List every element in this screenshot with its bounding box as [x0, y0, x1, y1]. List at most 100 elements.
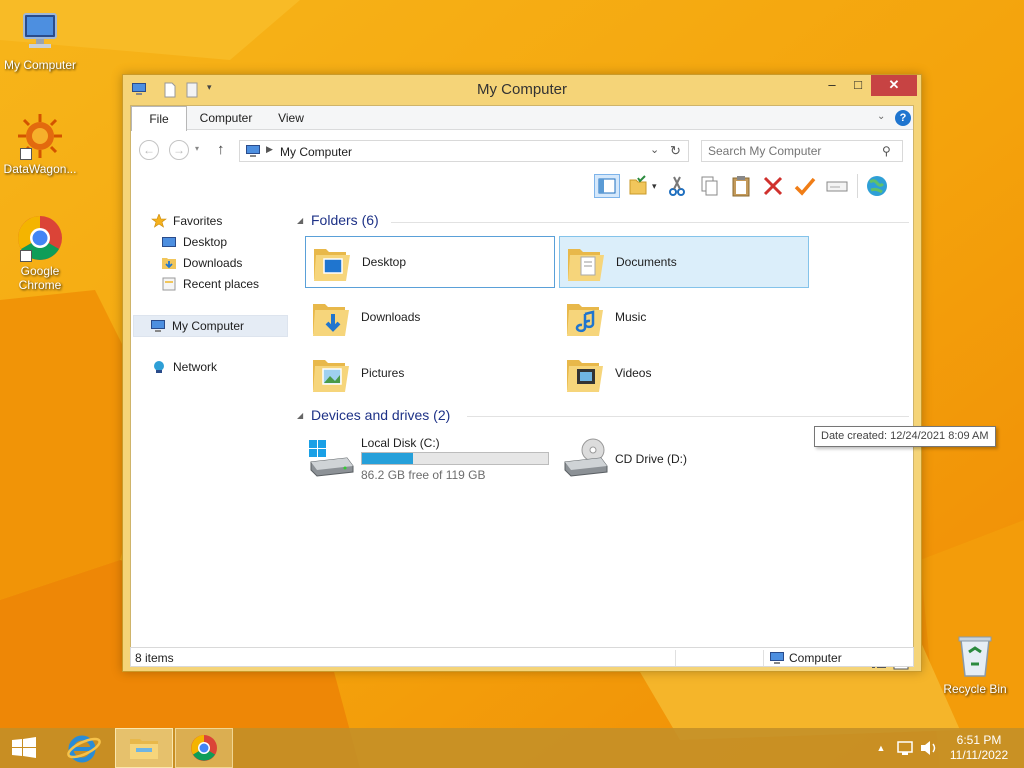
- title-bar[interactable]: ▾ My Computer ‒ □ ✕: [123, 75, 921, 105]
- volume-tray-icon[interactable]: [918, 728, 940, 768]
- back-arrow-icon[interactable]: ←: [139, 140, 159, 160]
- nav-favorites[interactable]: Favorites: [151, 211, 281, 231]
- desktop-icon-datawagon[interactable]: DataWagon...: [0, 112, 80, 176]
- group-header-devices[interactable]: ◢ Devices and drives (2): [297, 407, 467, 427]
- desktop-icon-label: Recycle Bin: [943, 682, 1007, 696]
- delete-x-icon[interactable]: [760, 174, 786, 198]
- taskbar: ▲ 6:51 PM 11/11/2022: [0, 728, 1024, 768]
- desktop-icon-label: Google Chrome: [18, 264, 62, 292]
- drive-usage-fill: [362, 453, 414, 464]
- globe-icon[interactable]: [864, 174, 890, 198]
- recycle-bin-icon: [951, 632, 999, 680]
- network-tray-icon[interactable]: [894, 728, 916, 768]
- forward-arrow-icon[interactable]: →: [169, 140, 189, 160]
- nav-downloads[interactable]: Downloads: [161, 253, 281, 273]
- nav-label: Recent places: [183, 277, 260, 291]
- drive-cd-d[interactable]: CD Drive (D:): [559, 434, 809, 486]
- group-header-folders[interactable]: ◢ Folders (6): [297, 212, 397, 232]
- collapse-triangle-icon[interactable]: ◢: [297, 216, 303, 225]
- tab-file[interactable]: File: [131, 106, 187, 131]
- shortcut-arrow-icon: [20, 148, 32, 160]
- minimize-button[interactable]: ‒: [819, 75, 845, 96]
- preview-pane-icon[interactable]: [594, 174, 620, 198]
- start-windows-icon[interactable]: [0, 728, 50, 768]
- computer-icon: [16, 8, 64, 56]
- tooltip-date-created: Date created: 12/24/2021 8:09 AM: [814, 426, 996, 447]
- folder-name: Pictures: [361, 366, 405, 380]
- drive-name: Local Disk (C:): [361, 436, 440, 450]
- nav-label: Desktop: [183, 235, 228, 249]
- folder-name: Videos: [615, 366, 652, 380]
- nav-network[interactable]: Network: [151, 357, 281, 377]
- folder-tile-pictures[interactable]: Pictures: [305, 348, 555, 400]
- nav-label: Network: [173, 360, 218, 374]
- show-hidden-icons-chevron-icon[interactable]: ▲: [872, 728, 890, 768]
- expand-ribbon-chevron-icon[interactable]: ⌄: [877, 111, 889, 123]
- downloads-folder-icon: [161, 256, 177, 270]
- address-bar[interactable]: ▶ My Computer ⌄ ↻: [239, 140, 689, 162]
- address-row: ← → ▾ ↑ ▶ My Computer ⌄ ↻ ⚲: [131, 130, 913, 170]
- search-input[interactable]: [708, 144, 878, 158]
- folder-tile-desktop[interactable]: Desktop: [305, 236, 555, 288]
- close-button[interactable]: ✕: [871, 75, 917, 96]
- status-divider: [675, 650, 676, 666]
- tray-clock[interactable]: 6:51 PM 11/11/2022: [944, 733, 1014, 763]
- breadcrumb-my-computer[interactable]: My Computer: [280, 145, 352, 159]
- toolbar-divider: [857, 174, 858, 198]
- ribbon-tab-bar: File Computer View ⌄ ?: [131, 106, 913, 131]
- folder-tile-music[interactable]: Music: [559, 292, 809, 344]
- nav-desktop[interactable]: Desktop: [161, 232, 281, 252]
- tab-computer[interactable]: Computer: [193, 106, 259, 130]
- desktop-icon-google-chrome[interactable]: Google Chrome: [0, 214, 80, 292]
- desktop-icon-my-computer[interactable]: My Computer: [0, 8, 80, 72]
- nav-label: My Computer: [172, 319, 245, 333]
- collapse-triangle-icon[interactable]: ◢: [297, 411, 303, 420]
- chrome-taskbar-icon[interactable]: [175, 728, 233, 768]
- nav-label: Favorites: [173, 214, 223, 228]
- file-explorer-taskbar-icon[interactable]: [115, 728, 173, 768]
- folder-tile-documents[interactable]: Documents: [559, 236, 809, 288]
- internet-explorer-icon[interactable]: [55, 728, 113, 768]
- search-box[interactable]: ⚲: [701, 140, 903, 162]
- nav-label: Downloads: [183, 256, 243, 270]
- toolbar-dropdown-chevron-icon[interactable]: ▾: [652, 174, 662, 198]
- recent-places-icon: [161, 277, 177, 291]
- desktop-icon-recycle-bin[interactable]: Recycle Bin: [935, 632, 1015, 696]
- address-dropdown-chevron-icon[interactable]: ⌄: [650, 143, 659, 156]
- paste-clipboard-icon[interactable]: [728, 174, 754, 198]
- properties-checklist-icon[interactable]: [626, 174, 652, 198]
- network-icon: [151, 360, 167, 374]
- downloads-folder-icon: [309, 296, 353, 340]
- status-location-text: Computer: [789, 651, 842, 665]
- cut-scissors-icon[interactable]: [664, 174, 690, 198]
- folder-tile-downloads[interactable]: Downloads: [305, 292, 555, 344]
- status-item-count: 8 items: [135, 651, 174, 665]
- rename-check-icon[interactable]: [792, 174, 818, 198]
- tray-date: 11/11/2022: [949, 748, 1009, 762]
- help-icon[interactable]: ?: [895, 110, 911, 126]
- refresh-icon[interactable]: ↻: [670, 143, 681, 159]
- navigation-pane: Favorites Desktop Downloads Recent place…: [131, 206, 291, 626]
- drive-icon[interactable]: [824, 174, 850, 198]
- window-title: My Computer: [476, 81, 568, 98]
- desktop-icon-label: DataWagon...: [3, 162, 77, 176]
- nav-recent-places[interactable]: Recent places: [161, 274, 281, 294]
- videos-folder-icon: [563, 352, 607, 396]
- documents-folder-icon: [564, 241, 608, 285]
- folder-name: Desktop: [362, 255, 407, 269]
- copy-icon[interactable]: [696, 174, 722, 198]
- computer-icon: [769, 651, 785, 668]
- maximize-button[interactable]: □: [845, 75, 871, 96]
- folder-name: Documents: [616, 255, 677, 269]
- pictures-folder-icon: [309, 352, 353, 396]
- nav-my-computer[interactable]: My Computer: [133, 315, 288, 337]
- breadcrumb-separator-icon[interactable]: ▶: [266, 144, 273, 155]
- tab-view[interactable]: View: [271, 106, 311, 130]
- folder-tile-videos[interactable]: Videos: [559, 348, 809, 400]
- drive-local-disk-c[interactable]: Local Disk (C:) 86.2 GB free of 119 GB: [305, 434, 555, 486]
- explorer-window[interactable]: ▾ My Computer ‒ □ ✕ File Computer View ⌄…: [122, 74, 996, 672]
- shortcut-arrow-icon: [20, 250, 32, 262]
- recent-locations-chevron-icon[interactable]: ▾: [195, 144, 199, 153]
- search-icon[interactable]: ⚲: [882, 144, 891, 158]
- up-arrow-icon[interactable]: ↑: [217, 141, 225, 158]
